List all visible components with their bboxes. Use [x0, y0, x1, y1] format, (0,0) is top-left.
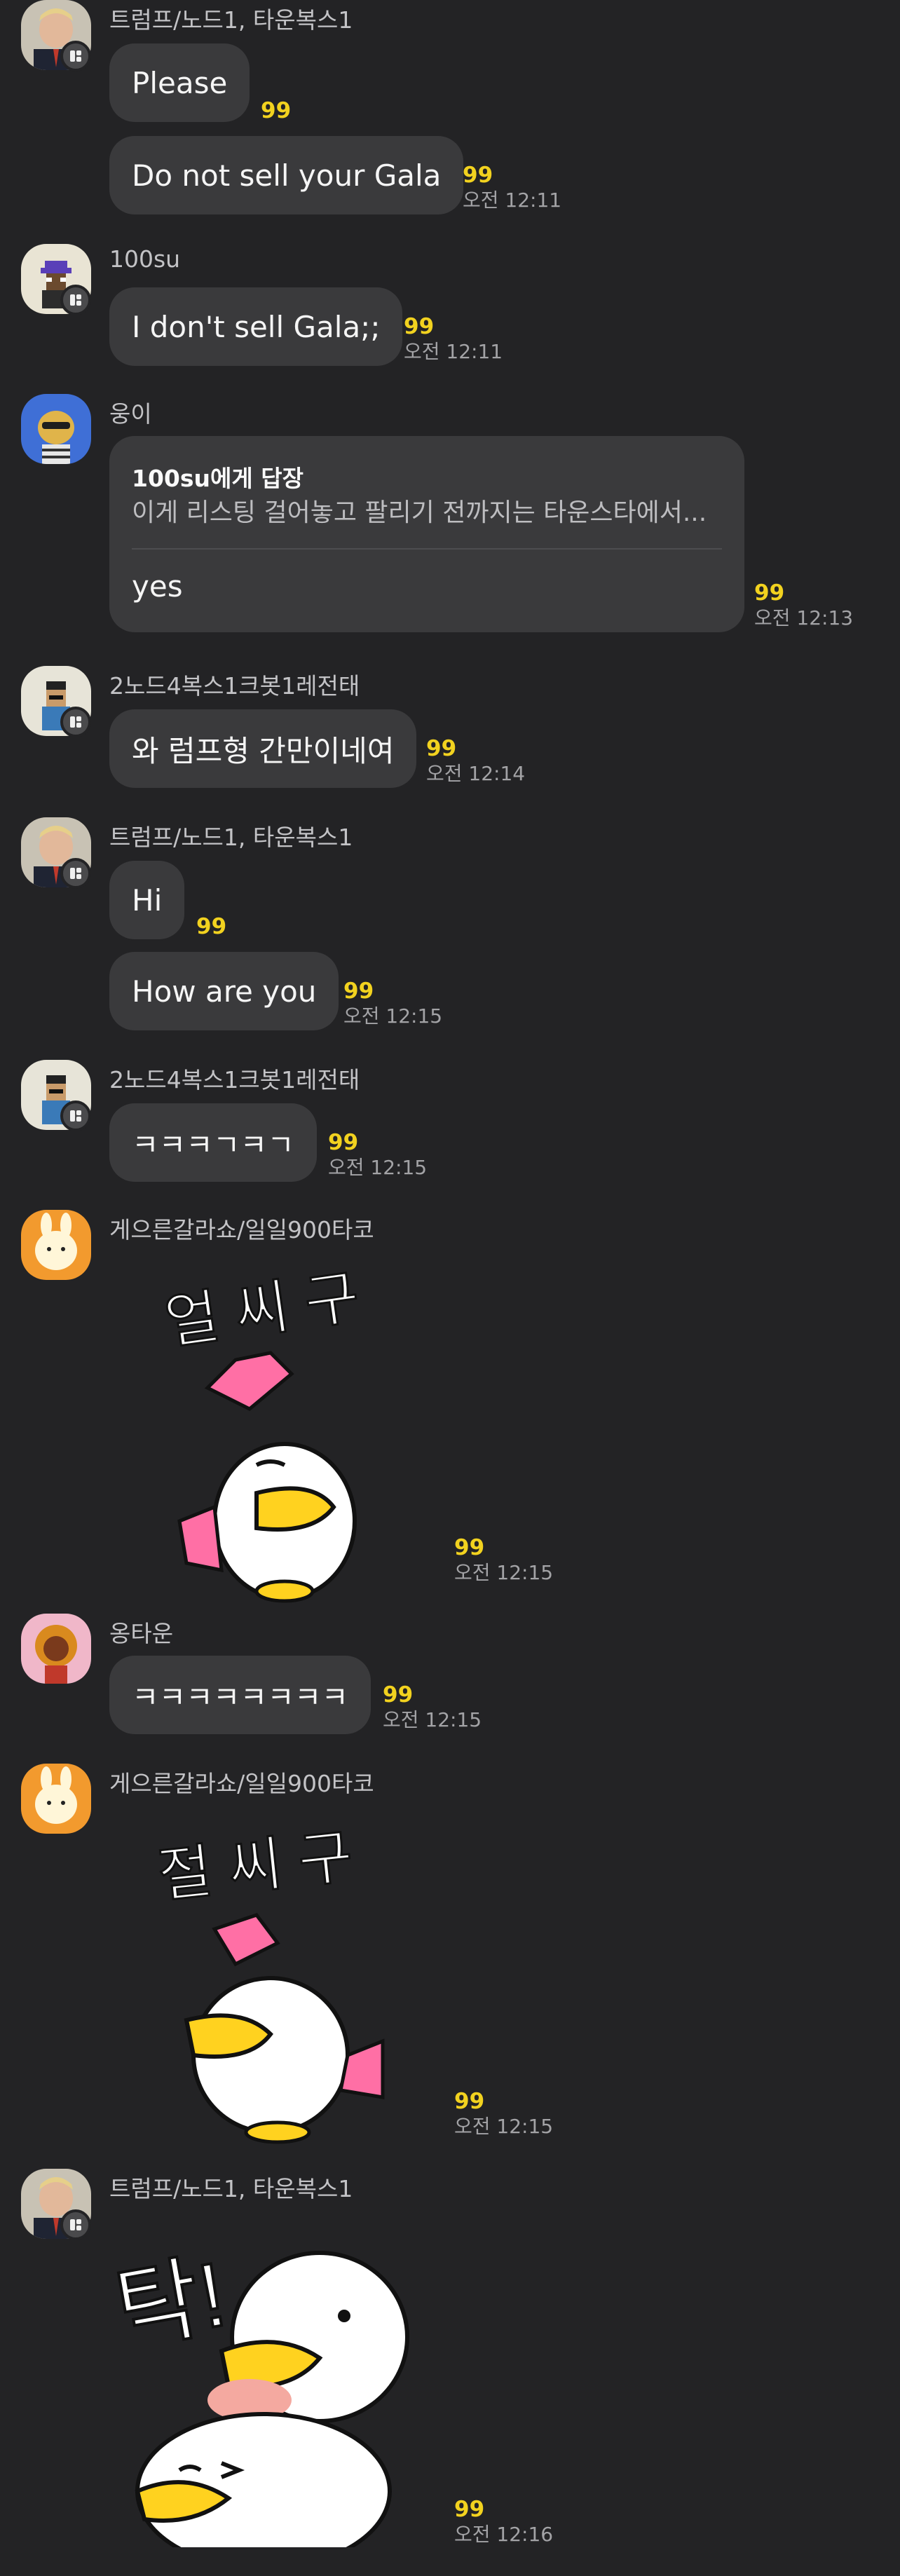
badge-icon [60, 1100, 91, 1131]
message-meta: 99 오전 12:15 [454, 1535, 553, 1586]
timestamp: 오전 12:16 [454, 2523, 554, 2546]
message-bubble[interactable]: I don't sell Gala;; [109, 287, 403, 366]
duck-sticker-image: 탁! [109, 2241, 409, 2547]
unread-count: 99 [454, 2497, 485, 2522]
timestamp: 오전 12:14 [426, 762, 526, 785]
message-bubble[interactable]: Please [109, 43, 250, 122]
timestamp: 오전 12:11 [463, 189, 562, 212]
message-meta: 99 [196, 914, 226, 939]
message-meta: 99 오전 12:15 [383, 1682, 482, 1733]
sticker-caption: 절 씨 구 [155, 1823, 356, 1909]
message-text: I don't sell Gala;; [132, 309, 381, 344]
unread-count: 99 [754, 580, 785, 606]
badge-icon [60, 41, 91, 71]
sticker[interactable]: 절 씨 구 [109, 1803, 418, 2153]
message-meta: 99 오전 12:15 [454, 2089, 553, 2139]
message-bubble[interactable]: Do not sell your Gala [109, 136, 464, 214]
unread-count: 99 [261, 98, 292, 123]
divider [132, 548, 722, 550]
unread-count: 99 [426, 736, 457, 761]
message-text: Do not sell your Gala [132, 158, 442, 193]
avatar[interactable] [21, 1614, 91, 1684]
message-bubble[interactable]: How are you [109, 952, 339, 1030]
duck-sticker-image: 절 씨 구 [154, 1822, 385, 2144]
avatar[interactable] [21, 1764, 91, 1834]
sender-name: 트럼프/노드1, 타운복스1 [109, 2175, 353, 2202]
sticker[interactable]: 탁! [109, 2211, 446, 2547]
timestamp: 오전 12:15 [454, 2115, 554, 2138]
unread-count: 99 [383, 1682, 414, 1708]
sender-name: 트럼프/노드1, 타운복스1 [109, 6, 353, 34]
duck-sticker-image: 얼 씨 구 [160, 1262, 364, 1603]
unread-count: 99 [196, 914, 227, 939]
badge-icon [60, 285, 91, 315]
sender-name: 2노드4복스1크봇1레전태 [109, 1066, 360, 1093]
unread-count: 99 [328, 1130, 359, 1155]
sender-name: 게으른갈라쇼/일일900타코 [109, 1216, 374, 1243]
timestamp: 오전 12:13 [754, 606, 854, 629]
unread-count: 99 [404, 314, 435, 339]
timestamp: 오전 12:11 [404, 340, 503, 363]
sticker[interactable]: 얼 씨 구 [109, 1248, 418, 1612]
timestamp: 오전 12:15 [454, 1561, 554, 1584]
timestamp: 오전 12:15 [343, 1004, 443, 1028]
message-bubble[interactable]: ㅋㅋㅋㄱㅋㄱ [109, 1103, 317, 1182]
message-bubble[interactable]: Hi [109, 861, 185, 939]
badge-icon [60, 858, 91, 889]
message-text: 와 럼프형 간만이네여 [132, 733, 395, 768]
unread-count: 99 [343, 979, 374, 1004]
sender-name: 2노드4복스1크봇1레전태 [109, 672, 360, 700]
message-meta: 99 오전 12:13 [754, 580, 853, 631]
message-text: yes [132, 569, 183, 604]
avatar[interactable] [21, 394, 91, 464]
message-meta: 99 오전 12:11 [463, 163, 561, 213]
reply-bubble[interactable]: 100su에게 답장 이게 리스팅 걸어놓고 팔리기 전까지는 타운스타에서..… [109, 436, 744, 632]
reply-title: 100su에게 답장 [132, 465, 304, 492]
unread-count: 99 [454, 2089, 485, 2114]
timestamp: 오전 12:15 [328, 1156, 428, 1179]
message-text: ㅋㅋㅋㅋㅋㅋㅋㅋ [132, 1679, 349, 1715]
avatar[interactable] [21, 1210, 91, 1280]
sender-name: 게으른갈라쇼/일일900타코 [109, 1770, 374, 1797]
message-meta: 99 오전 12:15 [343, 979, 442, 1029]
message-text: How are you [132, 974, 317, 1009]
message-meta: 99 오전 12:16 [454, 2497, 553, 2547]
message-meta: 99 오전 12:15 [328, 1130, 427, 1180]
sender-name: 옹타운 [109, 1620, 174, 1647]
sender-name: 웅이 [109, 400, 152, 428]
message-bubble[interactable]: 와 럼프형 간만이네여 [109, 709, 417, 788]
sender-name: 트럼프/노드1, 타운복스1 [109, 824, 353, 851]
sender-name: 100su [109, 245, 181, 273]
sticker-caption: 얼 씨 구 [161, 1263, 363, 1356]
sticker-caption: 탁! [109, 2242, 233, 2362]
reply-quote[interactable]: 이게 리스팅 걸어놓고 팔리기 전까지는 타운스타에서... [132, 492, 707, 529]
message-meta: 99 [261, 98, 291, 123]
message-meta: 99 오전 12:11 [404, 314, 503, 364]
message-meta: 99 오전 12:14 [426, 736, 525, 786]
timestamp: 오전 12:15 [383, 1708, 482, 1731]
message-text: Hi [132, 882, 163, 918]
message-text: Please [132, 65, 228, 100]
message-bubble[interactable]: ㅋㅋㅋㅋㅋㅋㅋㅋ [109, 1656, 371, 1734]
message-text: ㅋㅋㅋㄱㅋㄱ [132, 1127, 294, 1162]
badge-icon [60, 2209, 91, 2240]
unread-count: 99 [463, 163, 493, 188]
unread-count: 99 [454, 1535, 485, 1560]
badge-icon [60, 707, 91, 737]
